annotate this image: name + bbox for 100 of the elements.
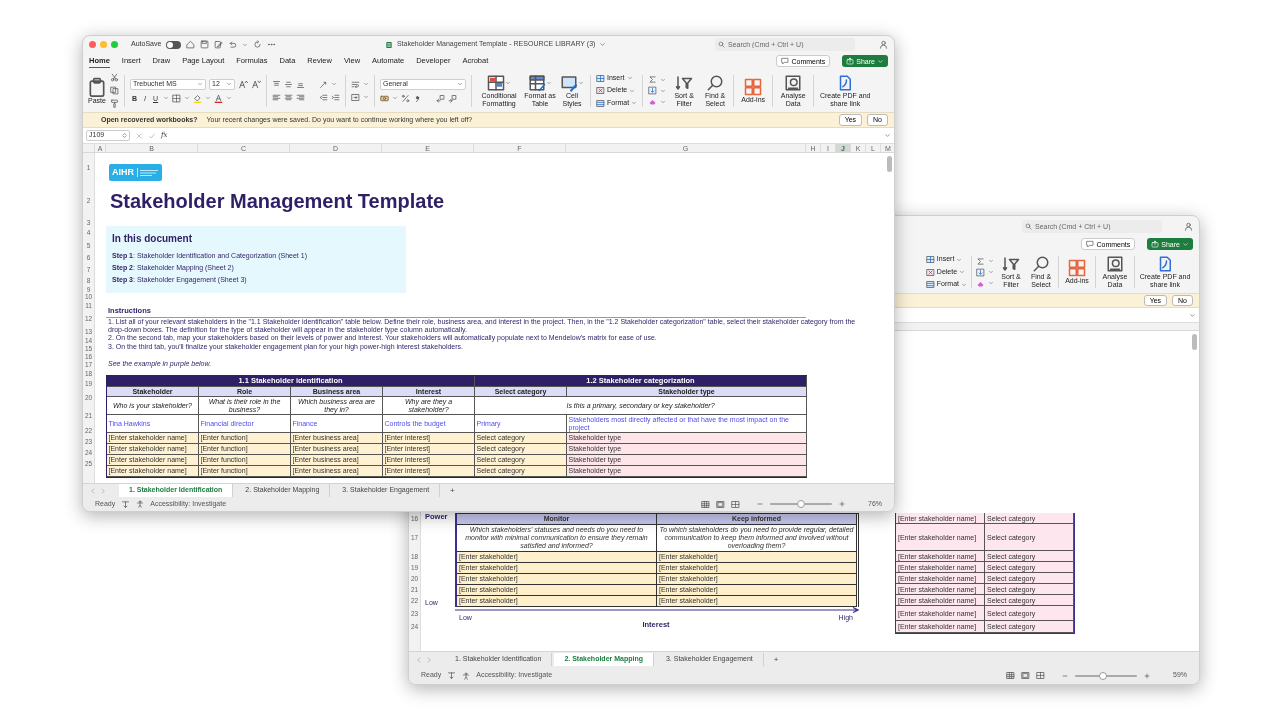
sortfilter-icon bbox=[675, 73, 694, 92]
logo-badge: AIHR bbox=[109, 163, 162, 181]
share-icon bbox=[1151, 240, 1160, 248]
align-right-icon[interactable] bbox=[296, 92, 305, 102]
zoom-out-icon[interactable] bbox=[756, 500, 764, 508]
caret-icon[interactable] bbox=[363, 81, 369, 87]
zoom-in-icon[interactable] bbox=[1143, 671, 1151, 680]
align-middle-icon[interactable] bbox=[284, 79, 293, 89]
zoom-slider[interactable] bbox=[1075, 674, 1137, 677]
merge-icon[interactable] bbox=[351, 92, 360, 102]
wrap-text-icon[interactable] bbox=[351, 79, 360, 89]
eraser-icon[interactable] bbox=[648, 97, 658, 106]
document-title: Stakeholder Management Template bbox=[109, 189, 446, 214]
fill-down-icon[interactable] bbox=[976, 267, 985, 277]
caret-icon bbox=[877, 57, 884, 65]
caret-icon bbox=[197, 81, 203, 87]
caret-icon bbox=[578, 79, 584, 86]
cancel-icon[interactable] bbox=[135, 131, 143, 140]
comment-icon bbox=[1086, 240, 1095, 248]
increase-font-size-icon[interactable] bbox=[238, 79, 248, 89]
decrease-decimal-icon[interactable] bbox=[448, 93, 457, 103]
normal-view-icon[interactable] bbox=[1006, 671, 1015, 680]
borders-icon[interactable] bbox=[172, 93, 182, 103]
orientation-icon[interactable] bbox=[319, 79, 328, 89]
scissors-icon[interactable] bbox=[110, 73, 119, 82]
caret-icon bbox=[457, 81, 463, 87]
minimize-button[interactable] bbox=[100, 41, 107, 48]
page-layout-view-icon[interactable] bbox=[716, 499, 725, 509]
caret-icon[interactable] bbox=[392, 95, 398, 101]
caret-icon[interactable] bbox=[205, 95, 212, 101]
more-icon[interactable] bbox=[267, 40, 277, 49]
add-sheet-button[interactable]: + bbox=[442, 484, 463, 497]
decrease-indent-icon[interactable] bbox=[319, 92, 328, 102]
arrow-down-icon[interactable] bbox=[447, 671, 457, 680]
analyse-icon bbox=[784, 73, 803, 92]
fill-down-icon[interactable] bbox=[648, 86, 658, 95]
caret-icon bbox=[546, 79, 552, 86]
increase-indent-icon[interactable] bbox=[331, 92, 340, 102]
sum-icon[interactable] bbox=[976, 256, 985, 266]
edit-icon[interactable] bbox=[214, 40, 224, 49]
decrease-font-size-icon[interactable] bbox=[251, 79, 261, 89]
find-icon bbox=[1032, 255, 1050, 274]
caret-icon[interactable] bbox=[226, 95, 233, 101]
zoom-in-icon[interactable] bbox=[838, 500, 846, 508]
stepper-icon bbox=[121, 132, 128, 139]
redo-icon[interactable] bbox=[253, 40, 263, 49]
search-icon bbox=[1025, 223, 1032, 230]
page-break-view-icon[interactable] bbox=[731, 499, 740, 509]
person-icon[interactable] bbox=[879, 40, 888, 49]
increase-decimal-icon[interactable] bbox=[436, 93, 445, 103]
slider-thumb[interactable] bbox=[1098, 671, 1107, 680]
autosave-toggle[interactable] bbox=[166, 40, 182, 49]
normal-view-icon[interactable] bbox=[701, 499, 710, 509]
caret-icon bbox=[505, 79, 511, 86]
find-icon bbox=[706, 73, 725, 92]
addins-icon bbox=[1068, 259, 1086, 278]
arrow-down-icon[interactable] bbox=[121, 499, 131, 509]
dropdown-caret-icon bbox=[1189, 311, 1196, 319]
sum-icon[interactable] bbox=[648, 75, 658, 84]
page-break-view-icon[interactable] bbox=[1036, 671, 1045, 680]
analyse-icon bbox=[1106, 255, 1124, 274]
page-layout-view-icon[interactable] bbox=[1021, 671, 1030, 680]
dropdown-caret-icon bbox=[884, 132, 891, 139]
accessibility-icon bbox=[462, 671, 471, 680]
caret-icon[interactable] bbox=[331, 81, 337, 87]
scrollbar-thumb[interactable] bbox=[1192, 334, 1197, 350]
caret-icon[interactable] bbox=[184, 95, 191, 101]
addins-icon bbox=[744, 77, 763, 96]
share-icon bbox=[846, 57, 855, 65]
cellstyles-icon bbox=[560, 73, 578, 92]
table-icon bbox=[528, 73, 546, 92]
sortfilter-icon bbox=[1002, 255, 1020, 274]
caret-icon[interactable] bbox=[599, 41, 607, 48]
comma-icon[interactable] bbox=[413, 93, 422, 103]
maximize-button[interactable] bbox=[111, 41, 118, 48]
caret-icon[interactable] bbox=[242, 41, 249, 48]
undo-icon[interactable] bbox=[228, 40, 238, 49]
slider-thumb[interactable] bbox=[797, 500, 805, 508]
percent-icon[interactable] bbox=[401, 93, 410, 103]
align-left-icon[interactable] bbox=[272, 92, 281, 102]
align-top-icon[interactable] bbox=[272, 79, 281, 89]
add-sheet-button[interactable]: + bbox=[765, 653, 787, 666]
accessibility-icon bbox=[136, 500, 145, 508]
caret-icon[interactable] bbox=[163, 95, 170, 101]
brush-icon[interactable] bbox=[110, 99, 119, 108]
scrollbar-thumb[interactable] bbox=[887, 156, 892, 172]
clipboard-icon bbox=[87, 76, 107, 97]
panel-heading: In this document bbox=[112, 232, 193, 246]
save-icon[interactable] bbox=[200, 40, 210, 49]
home-icon[interactable] bbox=[186, 40, 196, 49]
font-color-icon[interactable] bbox=[214, 93, 224, 103]
close-button[interactable] bbox=[89, 41, 96, 48]
fill-color-icon[interactable] bbox=[193, 93, 203, 103]
copy-icon[interactable] bbox=[110, 86, 119, 95]
currency-icon[interactable] bbox=[380, 93, 389, 103]
enter-icon[interactable] bbox=[148, 131, 156, 140]
comment-icon bbox=[781, 57, 790, 65]
caret-icon[interactable] bbox=[363, 94, 369, 100]
person-icon[interactable] bbox=[1184, 222, 1193, 231]
align-center-icon[interactable] bbox=[284, 92, 293, 102]
